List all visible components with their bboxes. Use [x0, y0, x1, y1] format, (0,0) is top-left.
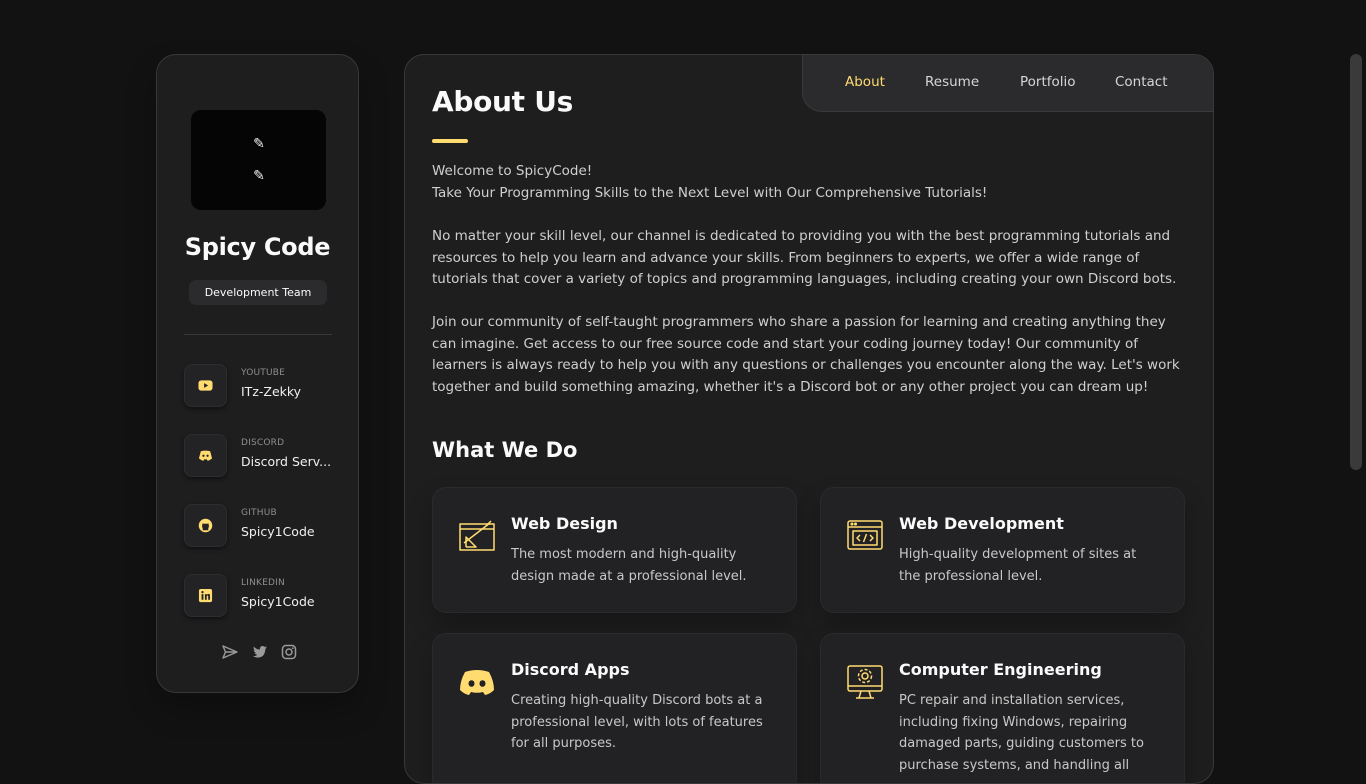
- contact-value[interactable]: ITz-Zekky: [241, 384, 333, 399]
- main-panel: About Resume Portfolio Contact About Us …: [404, 54, 1214, 784]
- service-title: Web Design: [511, 514, 618, 533]
- code-icon: [846, 517, 884, 555]
- service-card-web-design: Web Design The most modern and high-qual…: [432, 487, 797, 613]
- page-scrollbar[interactable]: [1350, 54, 1362, 470]
- service-title: Computer Engineering: [899, 660, 1102, 679]
- about-text-line2: Take Your Programming Skills to the Next…: [432, 185, 988, 201]
- send-icon[interactable]: [221, 643, 239, 661]
- nav-resume[interactable]: Resume: [925, 74, 979, 90]
- computer-icon: [846, 663, 884, 701]
- design-icon: [458, 517, 496, 555]
- discord-icon: [458, 663, 496, 701]
- service-card-computer-engineering: Computer Engineering PC repair and insta…: [820, 633, 1185, 783]
- profile-name: Spicy Code: [184, 233, 331, 261]
- nav-about[interactable]: About: [845, 74, 885, 90]
- pencil-icon: ✎: [253, 168, 265, 184]
- contact-value[interactable]: Spicy1Code: [241, 524, 333, 539]
- service-text: The most modern and high-quality design …: [511, 547, 747, 584]
- services-title: What We Do: [432, 438, 578, 462]
- service-card-web-development: Web Development High-quality development…: [820, 487, 1185, 613]
- instagram-icon[interactable]: [280, 643, 298, 661]
- sidebar: ✎ ✎ Spicy Code Development Team YOUTUBE …: [156, 54, 359, 693]
- page-title: About Us: [432, 85, 574, 118]
- contact-title: GITHUB: [241, 508, 277, 518]
- navbar: About Resume Portfolio Contact: [802, 55, 1213, 112]
- pencil-icon: ✎: [253, 136, 265, 152]
- service-text: Creating high-quality Discord bots at a …: [511, 693, 763, 752]
- contact-value[interactable]: Spicy1Code: [241, 594, 333, 609]
- service-title: Web Development: [899, 514, 1064, 533]
- contact-value[interactable]: Discord Serv...: [241, 454, 333, 469]
- separator: [184, 334, 332, 335]
- github-icon: [184, 504, 227, 547]
- about-paragraph-3: Join our community of self-taught progra…: [432, 314, 1180, 395]
- contact-item-github[interactable]: GITHUB Spicy1Code: [184, 504, 344, 548]
- contact-item-youtube[interactable]: YOUTUBE ITz-Zekky: [184, 364, 344, 408]
- role-badge: Development Team: [189, 280, 327, 305]
- contact-title: LINKEDIN: [241, 578, 285, 588]
- nav-contact[interactable]: Contact: [1115, 74, 1168, 90]
- service-title: Discord Apps: [511, 660, 630, 679]
- contact-item-discord[interactable]: DISCORD Discord Serv...: [184, 434, 344, 478]
- nav-portfolio[interactable]: Portfolio: [1020, 74, 1076, 90]
- service-text: High-quality development of sites at the…: [899, 547, 1137, 584]
- service-card-discord-apps: Discord Apps Creating high-quality Disco…: [432, 633, 797, 783]
- social-links: [221, 643, 301, 663]
- contact-item-linkedin[interactable]: LINKEDIN Spicy1Code: [184, 574, 344, 618]
- twitter-icon[interactable]: [251, 643, 269, 661]
- avatar: ✎ ✎: [191, 110, 326, 210]
- title-underline: [432, 139, 468, 143]
- youtube-icon: [184, 364, 227, 407]
- contact-title: DISCORD: [241, 438, 285, 448]
- contact-title: YOUTUBE: [241, 368, 286, 378]
- service-text: PC repair and installation services, inc…: [899, 693, 1144, 773]
- about-paragraph-2: No matter your skill level, our channel …: [432, 228, 1177, 288]
- about-text-line1: Welcome to SpicyCode!: [432, 163, 593, 179]
- discord-icon: [184, 434, 227, 477]
- linkedin-icon: [184, 574, 227, 617]
